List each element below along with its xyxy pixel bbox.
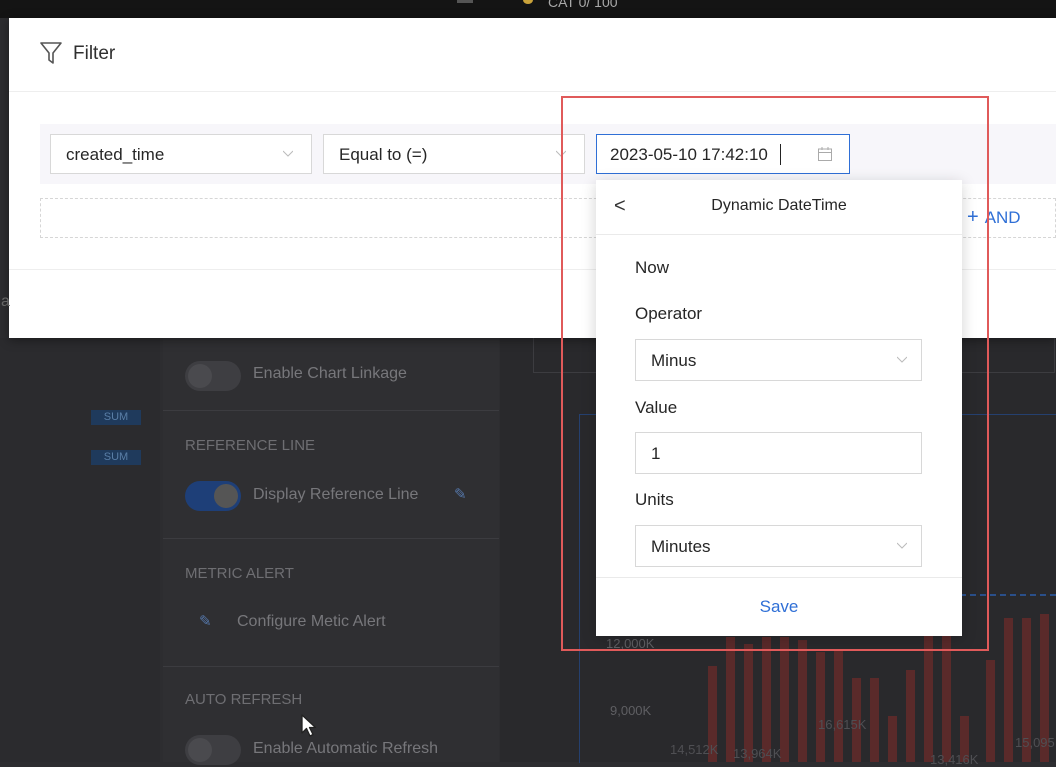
now-label: Now — [635, 258, 670, 277]
save-button[interactable]: Save — [596, 597, 962, 617]
background-top-text: CAT 0/ 100 — [548, 0, 618, 10]
divider — [163, 666, 499, 667]
mouse-pointer-icon — [301, 714, 317, 737]
units-label: Units — [635, 490, 674, 509]
chevron-down-icon — [897, 542, 907, 549]
chart-bar — [726, 637, 735, 762]
operator-label: Operator — [635, 304, 703, 323]
and-label: AND — [984, 208, 1021, 227]
chart-data-label: 13,964K — [733, 746, 782, 761]
chevron-down-icon — [897, 356, 907, 363]
filter-icon — [40, 42, 62, 64]
operator-select-value: Equal to (=) — [339, 145, 428, 164]
reference-line-toggle[interactable] — [185, 481, 241, 511]
dynamic-value-input[interactable]: 1 — [635, 432, 922, 474]
chart-bar — [834, 650, 843, 762]
chart-bar — [942, 634, 951, 762]
metric-alert-heading: METRIC ALERT — [185, 565, 294, 582]
dynamic-units-select[interactable]: Minutes — [635, 525, 922, 567]
operator-select[interactable]: Equal to (=) — [323, 134, 585, 174]
text-cursor — [780, 144, 781, 165]
background-top-tab — [457, 0, 473, 3]
chart-data-label: 14,512K — [670, 742, 719, 757]
dynamic-value: 1 — [651, 444, 661, 463]
plus-icon: + — [967, 206, 979, 228]
calendar-icon[interactable] — [817, 146, 833, 162]
chart-bar — [906, 670, 915, 762]
chart-data-label: 16,615K — [818, 717, 867, 732]
dynamic-operator-value: Minus — [651, 351, 697, 370]
chart-bar — [924, 634, 933, 762]
modal-header: Filter — [9, 18, 1056, 92]
chart-bar — [870, 678, 879, 762]
chevron-down-icon — [556, 150, 566, 157]
edit-metric-alert-icon[interactable]: ✎ — [199, 612, 212, 630]
clipped-text: a — [1, 293, 10, 310]
chevron-down-icon — [283, 150, 293, 157]
reference-line-label: Display Reference Line — [253, 486, 419, 503]
chart-data-label: 13,416K — [930, 752, 979, 767]
popup-header: Dynamic DateTime < — [596, 180, 962, 235]
auto-refresh-heading: AUTO REFRESH — [185, 691, 303, 708]
background-field-list — [0, 338, 160, 762]
value-label: Value — [635, 398, 678, 417]
auto-refresh-label: Enable Automatic Refresh — [253, 740, 438, 757]
chart-bar — [762, 637, 771, 762]
sum-badge: SUM — [91, 410, 141, 425]
chart-bar — [744, 644, 753, 762]
sum-badge: SUM — [91, 450, 141, 465]
edit-reference-line-icon[interactable]: ✎ — [454, 485, 467, 503]
configure-metric-alert-link[interactable]: Configure Metic Alert — [237, 613, 386, 631]
chart-bar — [798, 640, 807, 762]
field-select-value: created_time — [66, 145, 165, 164]
chart-linkage-toggle[interactable] — [185, 361, 241, 391]
auto-refresh-toggle[interactable] — [185, 735, 241, 765]
modal-title: Filter — [73, 43, 116, 64]
datetime-input-value: 2023-05-10 17:42:10 — [610, 145, 768, 164]
chart-y-tick: 12,000K — [606, 636, 655, 651]
chart-data-label: 15,095 — [1015, 735, 1055, 750]
dynamic-datetime-popup: Dynamic DateTime < Now Operator Minus Va… — [596, 180, 962, 636]
back-button[interactable]: < — [614, 195, 626, 218]
popup-title: Dynamic DateTime — [711, 197, 847, 214]
divider — [596, 577, 962, 578]
reference-line-heading: REFERENCE LINE — [185, 437, 316, 454]
field-select[interactable]: created_time — [50, 134, 312, 174]
divider — [163, 538, 499, 539]
divider — [163, 410, 499, 411]
chart-bar — [1004, 618, 1013, 762]
chart-reference-line — [960, 594, 1056, 596]
chart-bar — [780, 637, 789, 762]
chart-y-tick: 9,000K — [610, 703, 652, 718]
datetime-input[interactable]: 2023-05-10 17:42:10 — [596, 134, 850, 174]
add-and-button[interactable]: + AND — [967, 206, 1021, 229]
chart-linkage-label: Enable Chart Linkage — [253, 365, 407, 382]
chart-bar — [888, 716, 897, 762]
dynamic-units-value: Minutes — [651, 537, 711, 556]
chart-bar — [816, 652, 825, 762]
dynamic-operator-select[interactable]: Minus — [635, 339, 922, 381]
chart-bar — [986, 660, 995, 762]
